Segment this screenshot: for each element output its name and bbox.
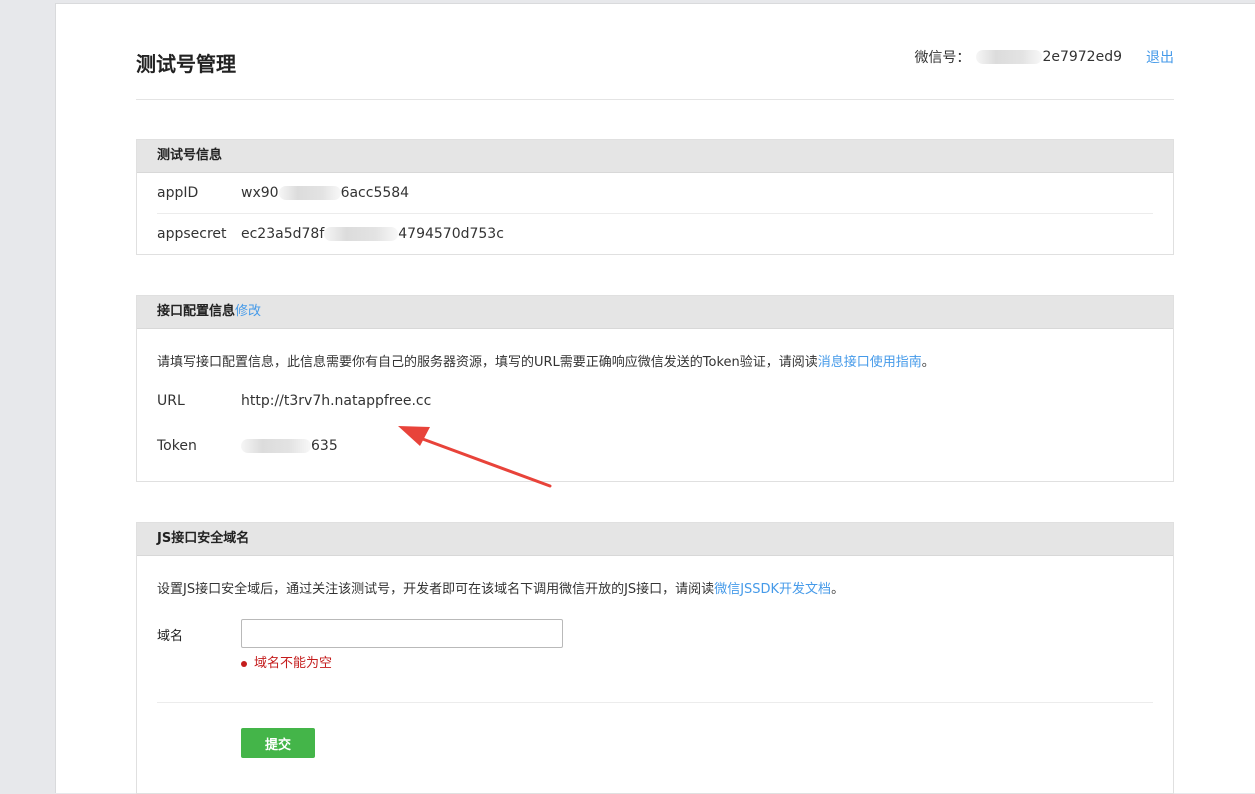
test-account-info-panel: 测试号信息 appID wx90 6acc5584 appsecret ec23a… xyxy=(136,139,1174,255)
appid-mask xyxy=(278,186,341,200)
appid-label: appID xyxy=(157,185,199,201)
logout-link[interactable]: 退出 xyxy=(1146,47,1174,67)
jssdk-docs-link[interactable]: 微信JSSDK开发文档 xyxy=(714,582,831,597)
url-label: URL xyxy=(157,393,185,409)
appid-value: wx90 6acc5584 xyxy=(241,173,409,213)
js-domain-description: 设置JS接口安全域后，通过关注该测试号，开发者即可在该域名下调用微信开放的JS接… xyxy=(137,578,1173,597)
token-row: Token 635 xyxy=(157,431,1153,461)
token-mask xyxy=(241,439,311,453)
appsecret-label: appsecret xyxy=(157,226,227,242)
interface-config-panel: 接口配置信息修改 请填写接口配置信息，此信息需要你有自己的服务器资源，填写的UR… xyxy=(136,295,1174,482)
appid-prefix: wx90 xyxy=(241,185,279,201)
token-value: 635 xyxy=(241,431,338,461)
submit-button[interactable]: 提交 xyxy=(241,728,315,758)
domain-error-text: 域名不能为空 xyxy=(254,656,333,671)
interface-config-desc-end: 。 xyxy=(921,355,935,370)
token-suffix: 635 xyxy=(311,438,338,454)
domain-error-message: 域名不能为空 xyxy=(241,652,332,671)
appsecret-suffix: 4794570d753c xyxy=(398,226,504,242)
form-divider xyxy=(157,702,1153,703)
appsecret-value: ec23a5d78f 4794570d753c xyxy=(241,214,504,254)
panel-title-test-info: 测试号信息 xyxy=(137,140,1173,173)
wechat-id-label: 微信号： xyxy=(914,50,971,66)
error-dot-icon xyxy=(241,660,247,667)
js-domain-desc-end: 。 xyxy=(831,582,845,597)
domain-input[interactable] xyxy=(241,619,563,648)
interface-config-title: 接口配置信息 xyxy=(157,304,236,319)
js-domain-desc-text: 设置JS接口安全域后，通过关注该测试号，开发者即可在该域名下调用微信开放的JS接… xyxy=(157,582,715,597)
wechat-id-mask xyxy=(976,50,1043,64)
appid-row: appID wx90 6acc5584 xyxy=(157,173,1153,214)
page-header: 测试号管理 微信号： 2e7972ed9 退出 xyxy=(136,4,1174,100)
url-value: http://t3rv7h.natappfree.cc xyxy=(241,393,432,409)
interface-config-description: 请填写接口配置信息，此信息需要你有自己的服务器资源，填写的URL需要正确响应微信… xyxy=(137,351,1173,370)
panel-title-interface-config: 接口配置信息修改 xyxy=(137,296,1173,329)
domain-form-row: 域名 域名不能为空 xyxy=(157,619,1153,679)
appsecret-mask xyxy=(324,227,399,241)
page-container: 测试号管理 微信号： 2e7972ed9 退出 测试号信息 appID wx90… xyxy=(55,3,1255,794)
interface-config-desc-text: 请填写接口配置信息，此信息需要你有自己的服务器资源，填写的URL需要正确响应微信… xyxy=(157,355,818,370)
message-interface-guide-link[interactable]: 消息接口使用指南 xyxy=(818,355,922,370)
appid-suffix: 6acc5584 xyxy=(340,185,410,201)
wechat-id-value: 2e7972ed9 xyxy=(1042,49,1122,65)
appsecret-row: appsecret ec23a5d78f 4794570d753c xyxy=(157,214,1153,254)
appsecret-prefix: ec23a5d78f xyxy=(241,226,325,242)
token-label: Token xyxy=(157,438,197,454)
account-info: 微信号： 2e7972ed9 退出 xyxy=(914,47,1174,67)
edit-config-link[interactable]: 修改 xyxy=(235,304,261,319)
js-domain-panel: JS接口安全域名 设置JS接口安全域后，通过关注该测试号，开发者即可在该域名下调… xyxy=(136,522,1174,794)
page-title: 测试号管理 xyxy=(136,52,236,76)
domain-label: 域名 xyxy=(157,629,184,644)
panel-title-js-domain: JS接口安全域名 xyxy=(137,523,1173,556)
url-row: URL http://t3rv7h.natappfree.cc xyxy=(157,386,1153,416)
